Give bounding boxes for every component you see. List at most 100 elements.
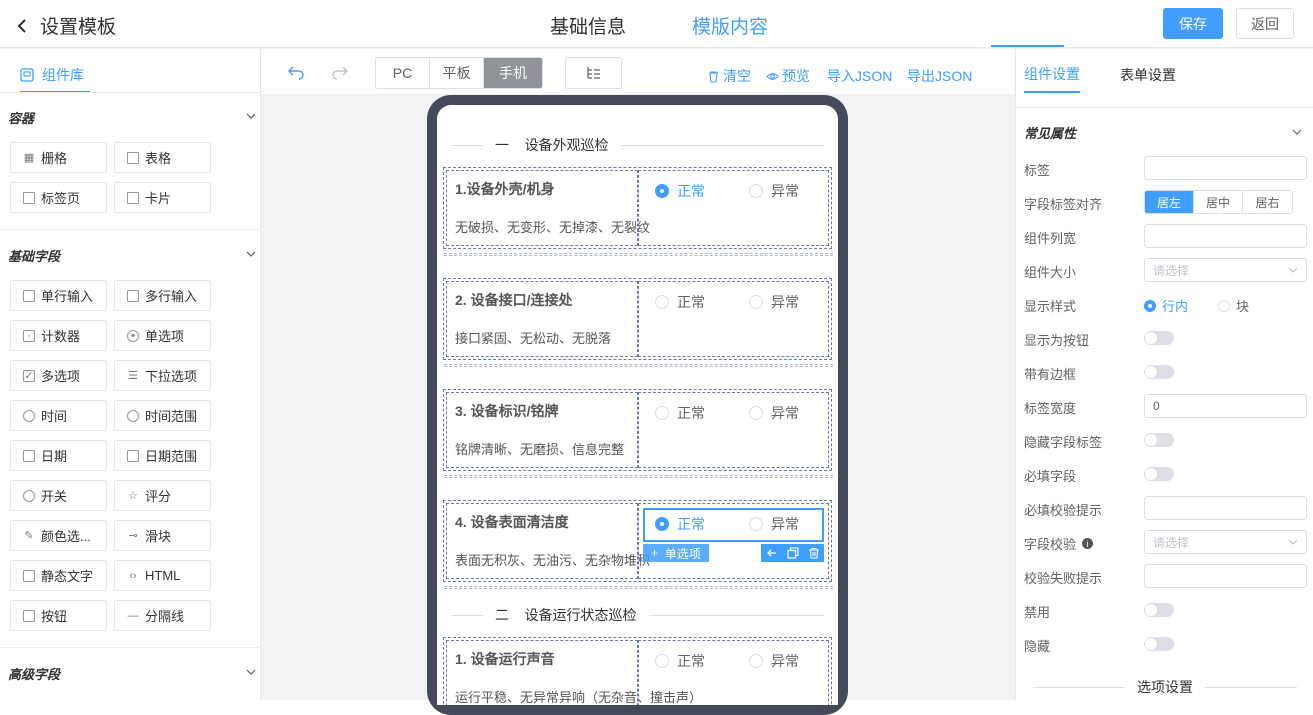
select-icon: ☰ — [128, 370, 138, 382]
radio-abnormal[interactable]: 异常 — [749, 292, 799, 312]
required-switch[interactable] — [1144, 467, 1174, 481]
component-tabs[interactable]: 标签页 — [10, 182, 107, 213]
tab-component-library[interactable]: 组件库 — [20, 59, 90, 93]
validate-msg-input[interactable] — [1144, 564, 1307, 588]
component-slider[interactable]: ⊸ 滑块 — [114, 520, 211, 551]
validate-select[interactable]: 请选择 — [1144, 530, 1307, 554]
inspection-item-card[interactable]: 1.设备外壳/机身 无破损、无变形、无掉漆、无裂纹 正常 异常 — [443, 167, 833, 256]
prop-label-width-label: 标签宽度 — [1024, 401, 1077, 416]
component-date-range[interactable]: 日期范围 — [114, 440, 211, 471]
section-common-props: 常见属性 — [1024, 126, 1077, 141]
prop-display-label: 显示样式 — [1024, 299, 1077, 314]
chevron-down-icon[interactable] — [246, 249, 256, 259]
component-switch[interactable]: 开关 — [10, 480, 107, 511]
return-button[interactable]: 返回 — [1236, 8, 1294, 39]
radio-abnormal[interactable]: 异常 — [749, 403, 799, 423]
select-parent-icon[interactable] — [766, 547, 778, 559]
component-html[interactable]: ‹› HTML — [114, 560, 211, 591]
hide-label-switch[interactable] — [1144, 433, 1174, 447]
hidden-switch[interactable] — [1144, 637, 1174, 651]
device-mobile[interactable]: 手机 — [484, 58, 542, 88]
chevron-down-icon[interactable] — [246, 111, 256, 121]
radio-normal[interactable]: 正常 — [655, 514, 705, 534]
item-description: 无破损、无变形、无掉漆、无裂纹 — [455, 220, 651, 235]
node-tree-button[interactable] — [565, 57, 622, 89]
display-inline-radio[interactable]: 行内 — [1144, 296, 1188, 315]
selected-widget-tag[interactable]: + 单选项 — [643, 544, 709, 562]
chevron-down-icon[interactable] — [1292, 127, 1302, 137]
tab-component-settings[interactable]: 组件设置 — [1024, 57, 1080, 93]
prop-disabled-label: 禁用 — [1024, 605, 1051, 620]
item-description: 表面无积灰、无油污、无杂物堆积 — [455, 553, 651, 568]
device-tablet[interactable]: 平板 — [430, 58, 484, 88]
component-time-range[interactable]: 时间范围 — [114, 400, 211, 431]
component-counter[interactable]: · 计数器 — [10, 320, 107, 351]
prop-hidden-label: 隐藏 — [1024, 639, 1051, 654]
component-date[interactable]: 日期 — [10, 440, 107, 471]
tab-basic-info[interactable]: 基础信息 — [550, 12, 626, 39]
save-button[interactable]: 保存 — [1163, 8, 1223, 39]
clear-button[interactable]: 清空 — [707, 66, 751, 86]
align-right[interactable]: 居右 — [1243, 191, 1292, 213]
component-radio[interactable]: • 单选项 — [114, 320, 211, 351]
export-json-button[interactable]: 导出JSON — [907, 66, 972, 86]
inspection-item-card[interactable]: 2. 设备接口/连接处 接口紧固、无松动、无脱落 正常 异常 — [443, 278, 833, 367]
component-divider[interactable]: — 分隔线 — [114, 600, 211, 631]
inspection-item-card[interactable]: 1. 设备运行声音 运行平稳、无异常异响（无杂音、撞击声） 正常 异常 — [443, 637, 832, 705]
prop-label-label: 标签 — [1024, 163, 1051, 178]
align-center[interactable]: 居中 — [1194, 191, 1243, 213]
preview-button[interactable]: 预览 — [766, 66, 810, 86]
component-rate[interactable]: ☆ 评分 — [114, 480, 211, 511]
tab-template-content[interactable]: 模版内容 — [692, 12, 768, 39]
component-static-text[interactable]: 静态文字 — [10, 560, 107, 591]
radio-normal[interactable]: 正常 — [655, 292, 705, 312]
chevron-left-icon — [17, 18, 26, 33]
tab-form-settings[interactable]: 表单设置 — [1120, 57, 1176, 93]
component-checkbox[interactable]: ✓ 多选项 — [10, 360, 107, 391]
chevron-down-icon[interactable] — [246, 667, 256, 677]
radio-normal[interactable]: 正常 — [655, 651, 705, 671]
disabled-switch[interactable] — [1144, 603, 1174, 617]
inspection-item-card[interactable]: 4. 设备表面清洁度 表面无积灰、无油污、无杂物堆积 正常 异常 + 单选项 — [443, 500, 833, 589]
component-textarea[interactable]: 多行输入 — [114, 280, 211, 311]
prop-width-input[interactable] — [1144, 224, 1307, 248]
align-left[interactable]: 居左 — [1145, 191, 1194, 213]
tab-indicator — [991, 45, 1064, 47]
button-icon — [23, 609, 35, 622]
as-button-switch[interactable] — [1144, 331, 1174, 345]
radio-abnormal[interactable]: 异常 — [749, 651, 799, 671]
item-description: 铭牌清晰、无磨损、信息完整 — [455, 442, 625, 457]
inspection-item-card[interactable]: 3. 设备标识/铭牌 铭牌清晰、无磨损、信息完整 正常 异常 — [443, 389, 833, 478]
border-switch[interactable] — [1144, 365, 1174, 379]
undo-icon[interactable] — [287, 63, 305, 81]
component-single-input[interactable]: 单行输入 — [10, 280, 107, 311]
radio-normal[interactable]: 正常 — [655, 181, 705, 201]
component-time[interactable]: 时间 — [10, 400, 107, 431]
component-grid[interactable]: ▦ 栅格 — [10, 142, 107, 173]
copy-icon[interactable] — [786, 547, 799, 559]
back-nav[interactable]: 设置模板 — [14, 12, 116, 39]
component-select[interactable]: ☰ 下拉选项 — [114, 360, 211, 391]
prop-label-input[interactable] — [1144, 156, 1307, 180]
required-msg-input[interactable] — [1144, 496, 1307, 520]
info-icon[interactable]: i — [1082, 538, 1094, 549]
radio-abnormal[interactable]: 异常 — [749, 181, 799, 201]
prop-size-label: 组件大小 — [1024, 265, 1077, 280]
redo-icon[interactable] — [331, 63, 349, 81]
import-json-button[interactable]: 导入JSON — [827, 66, 892, 86]
device-pc[interactable]: PC — [376, 58, 430, 88]
component-button[interactable]: 按钮 — [10, 600, 107, 631]
delete-icon[interactable] — [808, 547, 820, 559]
prop-size-select[interactable]: 请选择 — [1144, 258, 1307, 282]
date-range-icon — [127, 449, 139, 462]
component-table[interactable]: 表格 — [114, 142, 211, 173]
display-block-radio[interactable]: 块 — [1218, 296, 1249, 315]
component-color-picker[interactable]: ✎ 颜色选... — [10, 520, 107, 551]
star-icon: ☆ — [128, 490, 138, 502]
component-card[interactable]: 卡片 — [114, 182, 211, 213]
radio-normal[interactable]: 正常 — [655, 403, 705, 423]
label-width-input[interactable]: 0 — [1144, 394, 1307, 418]
radio-abnormal[interactable]: 异常 — [749, 514, 799, 534]
page-title: 设置模板 — [40, 17, 117, 38]
checkbox-icon: ✓ — [23, 369, 35, 382]
